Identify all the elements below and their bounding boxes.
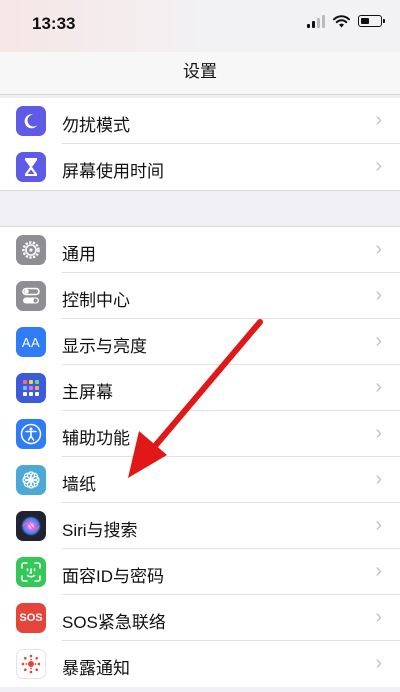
settings-row-wallpaper[interactable]: 墙纸 › xyxy=(0,457,400,503)
exposure-notification-icon xyxy=(16,649,46,679)
battery-icon xyxy=(358,15,385,27)
chevron-right-icon: › xyxy=(375,330,382,352)
gear-icon xyxy=(16,235,46,265)
settings-row-do-not-disturb[interactable]: 勿扰模式 › xyxy=(0,98,400,144)
toggle-switches-icon xyxy=(16,281,46,311)
status-bar: 13:33 xyxy=(0,0,400,52)
settings-row-control-center[interactable]: 控制中心 › xyxy=(0,273,400,319)
sos-icon: SOS xyxy=(16,603,46,633)
wifi-icon xyxy=(333,14,350,27)
settings-row-label: SOS紧急联络 xyxy=(62,613,166,632)
hourglass-icon xyxy=(16,152,46,182)
settings-row-label: 辅助功能 xyxy=(62,429,130,448)
settings-row-screen-time[interactable]: 屏幕使用时间 › xyxy=(0,144,400,190)
settings-row-label: 显示与亮度 xyxy=(62,337,147,356)
settings-row-accessibility[interactable]: 辅助功能 › xyxy=(0,411,400,457)
settings-group-general: 通用 › 控制中心 › AA 显示与亮度 › 主屏幕 › 辅助功能 › 墙纸 ›… xyxy=(0,226,400,687)
settings-row-emergency-sos[interactable]: SOS SOS紧急联络 › xyxy=(0,595,400,641)
settings-row-face-id-passcode[interactable]: 面容ID与密码 › xyxy=(0,549,400,595)
flower-icon xyxy=(16,465,46,495)
settings-row-siri-search[interactable]: Siri与搜索 › xyxy=(0,503,400,549)
chevron-right-icon: › xyxy=(375,109,382,131)
chevron-right-icon: › xyxy=(375,560,382,582)
chevron-right-icon: › xyxy=(375,238,382,260)
settings-row-label: 勿扰模式 xyxy=(62,116,130,135)
chevron-right-icon: › xyxy=(375,468,382,490)
home-screen-grid-icon xyxy=(16,373,46,403)
face-id-icon xyxy=(16,557,46,587)
chevron-right-icon: › xyxy=(375,155,382,177)
settings-row-home-screen[interactable]: 主屏幕 › xyxy=(0,365,400,411)
status-icons xyxy=(307,14,385,28)
settings-row-display-brightness[interactable]: AA 显示与亮度 › xyxy=(0,319,400,365)
navigation-bar: 设置 xyxy=(0,52,400,95)
settings-row-label: 暴露通知 xyxy=(62,659,130,678)
chevron-right-icon: › xyxy=(375,284,382,306)
settings-row-label: 通用 xyxy=(62,245,96,264)
settings-row-label: 面容ID与密码 xyxy=(62,567,164,586)
settings-row-label: 屏幕使用时间 xyxy=(62,162,164,181)
text-size-icon: AA xyxy=(16,327,46,357)
settings-row-general[interactable]: 通用 › xyxy=(0,227,400,273)
siri-icon xyxy=(16,511,46,541)
chevron-right-icon: › xyxy=(375,652,382,674)
status-time: 13:33 xyxy=(32,14,76,33)
settings-row-label: 墙纸 xyxy=(62,475,96,494)
cellular-signal-icon xyxy=(307,14,325,28)
chevron-right-icon: › xyxy=(375,514,382,536)
page-title: 设置 xyxy=(183,62,217,81)
settings-row-label: 主屏幕 xyxy=(62,383,113,402)
chevron-right-icon: › xyxy=(375,606,382,628)
settings-row-label: 控制中心 xyxy=(62,291,130,310)
settings-row-exposure-notifications[interactable]: 暴露通知 › xyxy=(0,641,400,687)
moon-icon xyxy=(16,106,46,136)
settings-group-focus: 勿扰模式 › 屏幕使用时间 › xyxy=(0,98,400,191)
settings-row-label: Siri与搜索 xyxy=(62,521,138,540)
accessibility-icon xyxy=(16,419,46,449)
chevron-right-icon: › xyxy=(375,376,382,398)
chevron-right-icon: › xyxy=(375,422,382,444)
